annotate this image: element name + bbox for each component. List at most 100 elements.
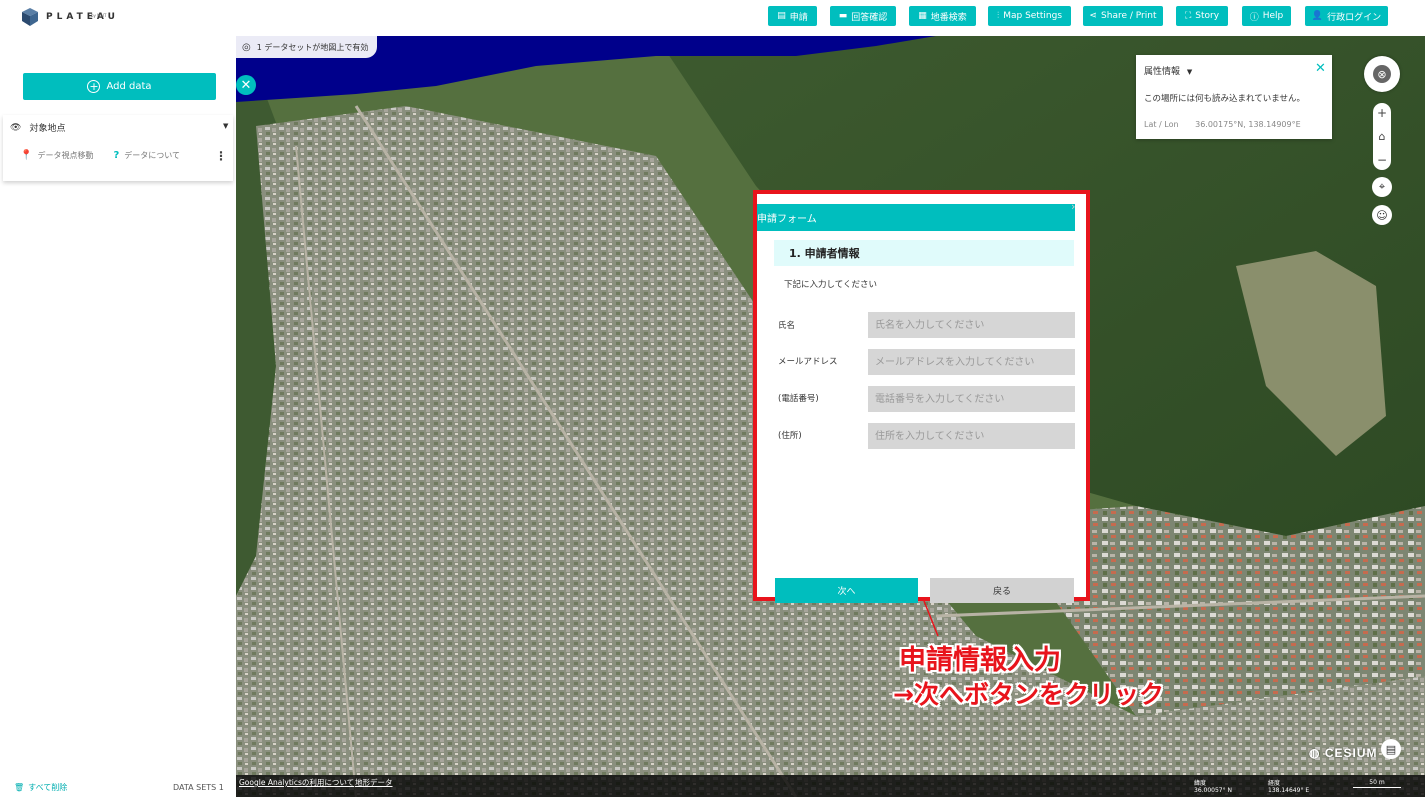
close-panel-button[interactable]: ✕ xyxy=(236,75,256,95)
attribute-info-panel: 属性情報 ▼ ✕ この場所には何も読み込まれていません。 Lat / Lon 3… xyxy=(1136,55,1332,139)
dataset-expand-caret-icon[interactable]: ▼ xyxy=(223,122,228,130)
sliders-icon: ⫶ xyxy=(996,11,1000,21)
feedback-button[interactable]: ▤ xyxy=(1381,739,1401,759)
attribute-info-title-text: 属性情報 xyxy=(1144,67,1181,77)
attribute-message: この場所には何も読み込まれていません。 xyxy=(1144,94,1305,104)
layers-icon: ◎ xyxy=(242,41,251,53)
share-print-button-label: Share / Print xyxy=(1101,11,1157,21)
scale-bar: 50 m xyxy=(1353,779,1401,788)
lot-search-button[interactable]: ▦ 地番検索 xyxy=(909,6,976,26)
name-input[interactable] xyxy=(868,312,1075,338)
annotation-line-1: 申請情報入力 xyxy=(899,645,1061,676)
apply-button[interactable]: ▤ 申請 xyxy=(768,6,817,26)
application-form-dialog: 申請フォーム › 1. 申請者情報 下記に入力してください 氏名 メールアドレス… xyxy=(757,194,1086,603)
my-location-button[interactable]: ⌖ xyxy=(1372,177,1392,197)
building-icon: ▦ xyxy=(918,11,927,21)
map-settings-button[interactable]: ⫶ Map Settings xyxy=(988,6,1071,26)
add-data-label: Add data xyxy=(106,81,152,92)
form-close-icon[interactable]: › xyxy=(1071,200,1075,213)
address-input[interactable] xyxy=(868,423,1075,449)
admin-login-button-label: 行政ログイン xyxy=(1327,12,1382,23)
plus-circle-icon: + xyxy=(87,80,101,93)
phone-label: (電話番号) xyxy=(778,394,819,404)
zoom-out-icon[interactable]: − xyxy=(1377,153,1387,167)
crosshair-icon: ⌖ xyxy=(1378,180,1386,193)
latitude-value: 36.00057° N xyxy=(1194,787,1233,794)
data-view-move-link[interactable]: データ視点移動 xyxy=(37,150,93,161)
zoom-in-icon[interactable]: + xyxy=(1377,106,1387,120)
trash-icon: 🗑 xyxy=(14,783,25,792)
latlon-label: Lat / Lon xyxy=(1144,120,1179,129)
logo-subtext: by MLIT xyxy=(91,13,107,18)
email-label: メールアドレス xyxy=(778,357,838,367)
analytics-link[interactable]: Google Analyticsの利用について xyxy=(239,777,354,788)
add-data-button[interactable]: + Add data xyxy=(23,73,216,100)
top-toolbar: PLATEAU by MLIT ▤ 申請 ▬ 回答確認 ▦ 地番検索 ⫶ Map… xyxy=(0,0,1425,36)
delete-all-button[interactable]: 🗑 すべて削除 xyxy=(14,782,67,793)
attribute-info-title[interactable]: 属性情報 ▼ xyxy=(1144,64,1192,77)
lot-search-button-label: 地番検索 xyxy=(930,12,967,23)
close-icon: ✕ xyxy=(240,77,252,93)
apply-button-label: 申請 xyxy=(789,12,808,23)
person-icon: ☺ xyxy=(1376,208,1388,222)
user-icon: 👤 xyxy=(1311,11,1324,21)
attribute-close-icon[interactable]: ✕ xyxy=(1315,61,1326,76)
help-button[interactable]: ⓘ Help xyxy=(1242,6,1291,26)
app-root: PLATEAU by MLIT ▤ 申請 ▬ 回答確認 ▦ 地番検索 ⫶ Map… xyxy=(0,0,1425,797)
form-instruction: 下記に入力してください xyxy=(784,280,877,290)
longitude-value: 138.14649° E xyxy=(1268,787,1310,794)
map-bottom-bar: Google Analyticsの利用について 地形データ 緯度 36.0005… xyxy=(236,775,1425,797)
caret-down-icon: ▼ xyxy=(1186,68,1193,76)
longitude-label: 経度 xyxy=(1268,780,1281,787)
help-icon: ⓘ xyxy=(1249,12,1259,23)
home-icon[interactable]: ⌂ xyxy=(1379,130,1386,143)
compass-control[interactable]: ⊗ xyxy=(1364,56,1400,92)
next-button[interactable]: 次へ xyxy=(775,578,918,603)
email-input[interactable] xyxy=(868,349,1075,375)
longitude-readout: 経度 138.14649° E xyxy=(1268,780,1309,794)
pedestrian-mode-button[interactable]: ☺ xyxy=(1372,205,1392,225)
share-icon: ⋖ xyxy=(1089,11,1098,21)
phone-input[interactable] xyxy=(868,386,1075,412)
zoom-control: + ⌂ − xyxy=(1373,103,1391,170)
cesium-logo-icon: ◍ xyxy=(1309,746,1321,760)
form-header: 申請フォーム xyxy=(757,204,1075,231)
compass-icon: ⊗ xyxy=(1373,65,1391,83)
left-sidebar: + Add data 👁 対象地点 ▼ 📍 データ視点移動 ? データについて … xyxy=(0,36,236,797)
sidebar-footer: 🗑 すべて削除 DATA SETS 1 xyxy=(0,779,236,797)
question-icon: ? xyxy=(113,150,120,161)
annotation-line-2: →次へボタンをクリック xyxy=(893,680,1164,709)
datasets-count: DATA SETS 1 xyxy=(173,783,224,792)
cesium-label: CESIUM xyxy=(1324,746,1378,760)
attribute-latlon: Lat / Lon 36.00175°N, 138.14909°E xyxy=(1144,120,1301,129)
logo-text: PLATEAU xyxy=(46,12,119,22)
feedback-icon: ▤ xyxy=(1385,742,1397,756)
map-view[interactable]: ◎ 1 データセットが地図上で有効 ✕ 属性情報 ▼ ✕ この場所には何も読み込… xyxy=(236,36,1425,797)
delete-all-label: すべて削除 xyxy=(28,783,68,792)
name-label: 氏名 xyxy=(778,321,796,331)
active-datasets-pill[interactable]: ◎ 1 データセットが地図上で有効 xyxy=(236,36,378,58)
check-answer-button-label: 回答確認 xyxy=(851,12,888,23)
cesium-logo: ◍ CESIUM xyxy=(1309,746,1378,760)
share-print-button[interactable]: ⋖ Share / Print xyxy=(1083,6,1163,26)
back-button[interactable]: 戻る xyxy=(930,578,1074,603)
map-settings-button-label: Map Settings xyxy=(1003,11,1063,21)
latitude-readout: 緯度 36.00057° N xyxy=(1194,780,1232,794)
form-section-title: 1. 申請者情報 xyxy=(774,240,1074,266)
chat-icon: ▬ xyxy=(838,11,848,21)
dataset-item: 👁 対象地点 ▼ 📍 データ視点移動 ? データについて ⋮ xyxy=(3,115,233,181)
story-button[interactable]: ⛶ Story xyxy=(1176,6,1228,26)
check-answer-button[interactable]: ▬ 回答確認 xyxy=(830,6,896,26)
terrain-data-link[interactable]: 地形データ xyxy=(355,777,393,788)
map-pin-icon: 📍 xyxy=(20,150,33,161)
more-vertical-icon[interactable]: ⋮ xyxy=(215,149,227,163)
admin-login-button[interactable]: 👤 行政ログイン xyxy=(1305,6,1388,26)
active-datasets-label: 1 データセットが地図上で有効 xyxy=(256,42,369,52)
help-button-label: Help xyxy=(1262,11,1284,21)
document-icon: ▤ xyxy=(777,11,786,21)
plateau-logo-icon xyxy=(22,8,38,26)
latitude-label: 緯度 xyxy=(1194,780,1207,787)
eye-icon[interactable]: 👁 xyxy=(10,123,21,133)
data-about-link[interactable]: データについて xyxy=(124,150,180,161)
dataset-header[interactable]: 👁 対象地点 xyxy=(10,121,65,135)
